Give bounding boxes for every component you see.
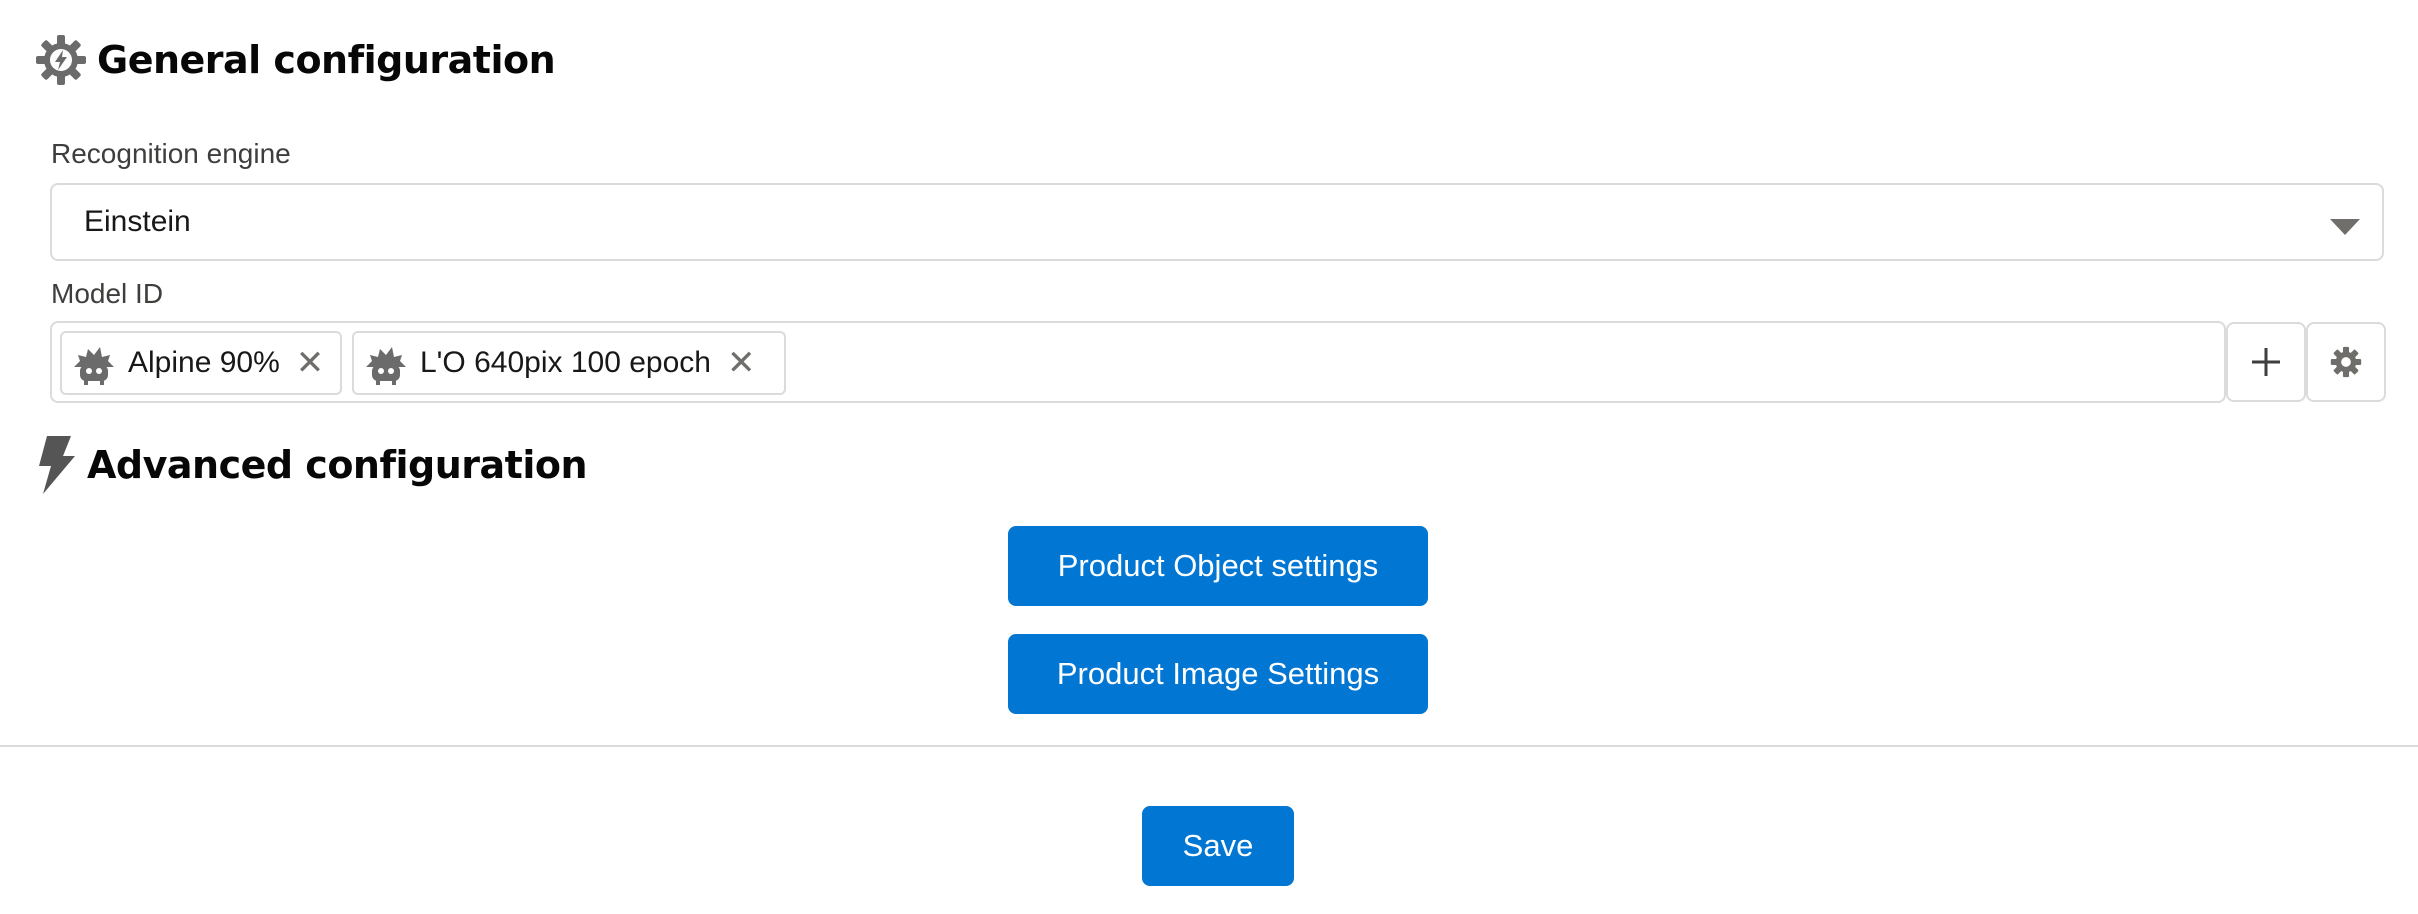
model-settings-button[interactable] xyxy=(2306,322,2386,402)
plus-icon xyxy=(2249,345,2283,379)
model-id-pill-container[interactable]: Alpine 90% ✕ L'O 640pix 100 epoch ✕ xyxy=(50,321,2226,403)
close-icon[interactable]: ✕ xyxy=(296,346,325,380)
general-configuration-title: General configuration xyxy=(97,38,556,82)
model-id-label: Model ID xyxy=(51,278,164,309)
add-model-button[interactable] xyxy=(2226,322,2306,402)
model-pill[interactable]: L'O 640pix 100 epoch ✕ xyxy=(352,331,786,395)
gear-bolt-icon xyxy=(33,32,89,88)
general-configuration-header: General configuration xyxy=(33,32,556,88)
advanced-configuration-title: Advanced configuration xyxy=(87,443,588,487)
close-icon[interactable]: ✕ xyxy=(727,346,756,380)
recognition-engine-select[interactable]: Einstein xyxy=(50,183,2384,261)
advanced-configuration-header: Advanced configuration xyxy=(33,434,588,496)
model-pill-label: Alpine 90% xyxy=(128,346,280,379)
save-button[interactable]: Save xyxy=(1142,806,1294,886)
gear-icon xyxy=(2329,345,2363,379)
recognition-engine-value: Einstein xyxy=(84,205,191,238)
product-object-settings-button[interactable]: Product Object settings xyxy=(1008,526,1428,606)
model-pill[interactable]: Alpine 90% ✕ xyxy=(60,331,342,395)
recognition-engine-label: Recognition engine xyxy=(51,138,291,169)
product-image-settings-button[interactable]: Product Image Settings xyxy=(1008,634,1428,714)
chevron-down-icon xyxy=(2330,219,2360,235)
einstein-icon xyxy=(70,341,118,385)
einstein-icon xyxy=(362,341,410,385)
footer-divider xyxy=(0,745,2418,747)
model-pill-label: L'O 640pix 100 epoch xyxy=(420,346,711,379)
lightning-bolt-icon xyxy=(33,434,79,496)
